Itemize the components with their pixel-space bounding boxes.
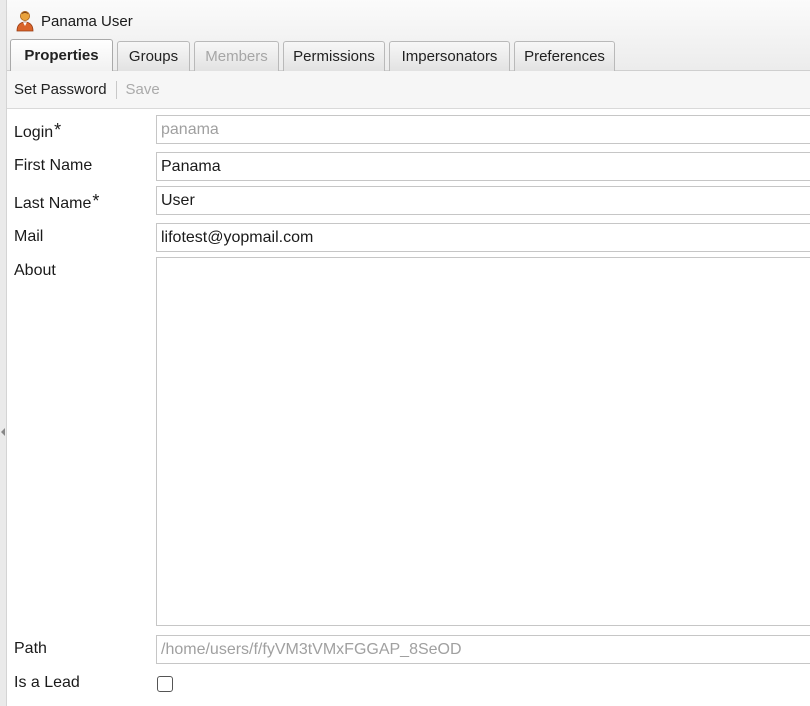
save-button[interactable]: Save: [126, 81, 160, 98]
window-header: Panama User Properties Groups Members Pe…: [7, 0, 810, 71]
tab-properties[interactable]: Properties: [10, 39, 113, 71]
path-label: Path: [14, 640, 47, 657]
tab-impersonators[interactable]: Impersonators: [389, 41, 510, 71]
set-password-button[interactable]: Set Password: [14, 81, 107, 98]
tab-permissions[interactable]: Permissions: [283, 41, 385, 71]
user-editor-window: Panama User Properties Groups Members Pe…: [0, 0, 810, 706]
is-lead-label: Is a Lead: [14, 674, 80, 691]
mail-field[interactable]: [156, 223, 810, 252]
first-name-field[interactable]: [156, 152, 810, 181]
tab-members[interactable]: Members: [194, 41, 279, 71]
first-name-label: First Name: [14, 157, 93, 174]
collapse-strip[interactable]: [0, 0, 7, 706]
collapse-arrow-icon[interactable]: [1, 428, 5, 436]
title-row: Panama User: [14, 10, 133, 32]
required-marker: *: [92, 191, 100, 211]
login-label-text: Login: [14, 124, 54, 141]
about-textarea[interactable]: [156, 257, 810, 626]
required-marker: *: [54, 120, 62, 140]
tab-bar: Properties Groups Members Permissions Im…: [10, 39, 619, 71]
tab-groups[interactable]: Groups: [117, 41, 190, 71]
tab-preferences[interactable]: Preferences: [514, 41, 615, 71]
last-name-label: Last Name*: [14, 191, 100, 213]
path-field[interactable]: [156, 635, 810, 664]
login-label: Login*: [14, 120, 62, 142]
is-lead-checkbox[interactable]: [157, 676, 173, 692]
toolbar: Set Password Save: [7, 71, 810, 109]
toolbar-divider: [115, 80, 117, 99]
mail-label: Mail: [14, 228, 44, 245]
about-label: About: [14, 262, 56, 279]
login-field[interactable]: [156, 115, 810, 144]
user-icon: [16, 11, 34, 32]
last-name-label-text: Last Name: [14, 195, 92, 212]
last-name-field[interactable]: [156, 186, 810, 215]
window-title: Panama User: [41, 12, 133, 30]
